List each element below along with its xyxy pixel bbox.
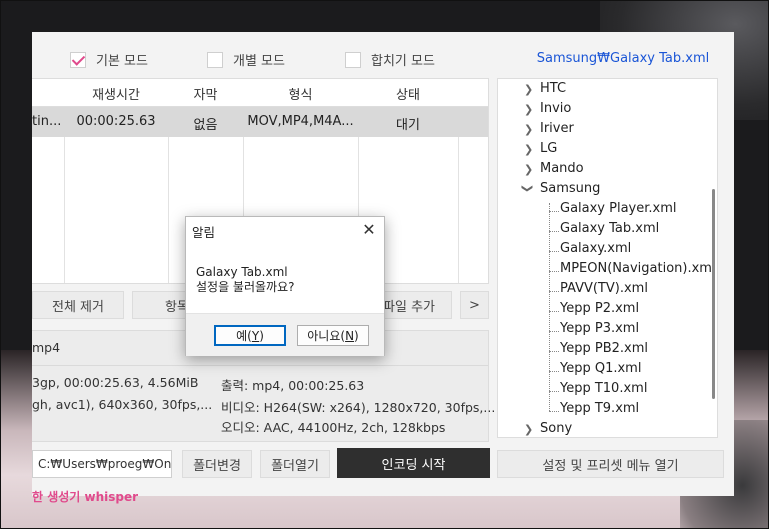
tree-item-yepp-p2[interactable]: Yepp P2.xml xyxy=(560,301,639,316)
more-button[interactable]: > xyxy=(460,291,489,319)
tree-item-yepp-t9[interactable]: Yepp T9.xml xyxy=(560,401,639,416)
chevron-right-icon[interactable]: ❯ xyxy=(524,83,533,96)
mode-selector: 기본 모드 개별 모드 합치기 모드 xyxy=(32,32,492,84)
yes-key: Y xyxy=(251,328,260,343)
output-folder-input[interactable]: C:₩Users₩proeg₩One xyxy=(32,450,172,478)
settings-preset-menu-button[interactable]: 설정 및 프리셋 메뉴 열기 xyxy=(497,450,724,478)
close-icon[interactable]: ✕ xyxy=(360,221,378,239)
yes-label: 예 xyxy=(236,329,248,343)
checkbox-checked-icon[interactable] xyxy=(70,51,86,68)
mode-merge[interactable]: 합치기 모드 xyxy=(345,50,435,69)
tree-item-mpeon[interactable]: MPEON(Navigation).xml xyxy=(560,261,716,276)
status-stripe: 한 생성기 whisper xyxy=(32,490,139,504)
start-encoding-button[interactable]: 인코딩 시작 xyxy=(337,448,490,478)
tree-scrollbar[interactable] xyxy=(712,189,715,399)
mode-individual[interactable]: 개별 모드 xyxy=(207,50,285,69)
tree-item-lg[interactable]: LG xyxy=(540,141,557,156)
checkbox-icon[interactable] xyxy=(207,51,223,68)
cell-status: 대기 xyxy=(396,118,420,133)
tree-item-samsung[interactable]: Samsung xyxy=(540,181,600,196)
tree-item-mando[interactable]: Mando xyxy=(540,161,584,176)
tree-item-pavv[interactable]: PAVV(TV).xml xyxy=(560,281,648,296)
mode-basic[interactable]: 기본 모드 xyxy=(70,50,148,69)
dialog-footer: 예(Y) 아니요(N) xyxy=(186,313,384,356)
chevron-right-icon[interactable]: ❯ xyxy=(524,423,533,436)
folder-change-button[interactable]: 폴더변경 xyxy=(182,450,252,478)
tree-item-iriver[interactable]: Iriver xyxy=(540,121,574,136)
tree-item-yepp-q1[interactable]: Yepp Q1.xml xyxy=(560,361,641,376)
confirm-dialog: 알림 ✕ Galaxy Tab.xml 설정을 불러올까요? 예(Y) 아니요(… xyxy=(185,216,385,356)
dialog-message-line2: 설정을 불러올까요? xyxy=(196,280,295,294)
col-format[interactable]: 형식 xyxy=(243,84,358,103)
cell-subtitle: 없음 xyxy=(193,118,218,133)
chevron-down-icon[interactable]: ❯ xyxy=(521,184,534,193)
mode-merge-label: 합치기 모드 xyxy=(371,54,435,69)
info-output-line1: 출력: mp4, 00:00:25.63 xyxy=(221,378,365,393)
chevron-right-icon[interactable]: ❯ xyxy=(524,163,533,176)
tree-item-galaxy[interactable]: Galaxy.xml xyxy=(560,241,631,256)
tree-item-galaxy-player[interactable]: Galaxy Player.xml xyxy=(560,201,677,216)
no-key: N xyxy=(345,328,355,343)
info-input-line1: 3gp, 00:00:25.63, 4.56MiB xyxy=(32,375,199,390)
tree-item-yepp-p3[interactable]: Yepp P3.xml xyxy=(560,321,639,336)
info-output-line2: 비디오: H264(SW: x264), 1280x720, 30fps,... xyxy=(221,400,496,415)
dialog-message-line1: Galaxy Tab.xml xyxy=(196,265,288,279)
dialog-titlebar: 알림 ✕ xyxy=(186,217,384,243)
table-header: 재생시간 자막 형식 상태 xyxy=(32,79,488,107)
yes-button[interactable]: 예(Y) xyxy=(214,325,286,346)
col-subtitle[interactable]: 자막 xyxy=(168,84,243,103)
mode-individual-label: 개별 모드 xyxy=(233,54,285,69)
cell-format: MOV,MP4,M4A... xyxy=(247,114,354,129)
chevron-right-icon[interactable]: ❯ xyxy=(524,143,533,156)
chevron-right-icon[interactable]: ❯ xyxy=(524,103,533,116)
col-status[interactable]: 상태 xyxy=(358,84,458,103)
info-output-line3: 오디오: AAC, 44100Hz, 2ch, 128kbps xyxy=(221,420,446,435)
no-label: 아니요 xyxy=(307,329,341,343)
mode-basic-label: 기본 모드 xyxy=(96,54,148,69)
tree-item-galaxy-tab[interactable]: Galaxy Tab.xml xyxy=(560,221,659,236)
dialog-title: 알림 xyxy=(192,225,216,240)
tree-item-invio[interactable]: Invio xyxy=(540,101,571,116)
dialog-body: Galaxy Tab.xml 설정을 불러올까요? xyxy=(186,243,384,313)
preset-path[interactable]: Samsung₩Galaxy Tab.xml xyxy=(512,51,734,66)
checkbox-icon[interactable] xyxy=(345,51,361,68)
remove-all-button[interactable]: 전체 제거 xyxy=(32,291,124,319)
no-button[interactable]: 아니요(N) xyxy=(297,325,369,346)
table-row[interactable]: tin... 00:00:25.63 없음 MOV,MP4,M4A... 대기 xyxy=(32,107,488,137)
col-duration[interactable]: 재생시간 xyxy=(64,84,168,103)
cell-name: tin... xyxy=(32,114,62,129)
folder-open-button[interactable]: 폴더열기 xyxy=(260,450,330,478)
tree-item-yepp-t10[interactable]: Yepp T10.xml xyxy=(560,381,647,396)
tree-item-htc[interactable]: HTC xyxy=(540,81,566,96)
chevron-right-icon[interactable]: ❯ xyxy=(524,123,533,136)
info-filename: mp4 xyxy=(32,340,61,355)
preset-tree: ❯ HTC ❯ Invio ❯ Iriver ❯ LG ❯ Mando ❯ Sa… xyxy=(497,78,718,438)
tree-item-yepp-pb2[interactable]: Yepp PB2.xml xyxy=(560,341,648,356)
info-input-line2: gh, avc1), 640x360, 30fps,... xyxy=(32,397,213,412)
tree-item-sony[interactable]: Sony xyxy=(540,421,572,436)
cell-duration: 00:00:25.63 xyxy=(76,114,156,129)
